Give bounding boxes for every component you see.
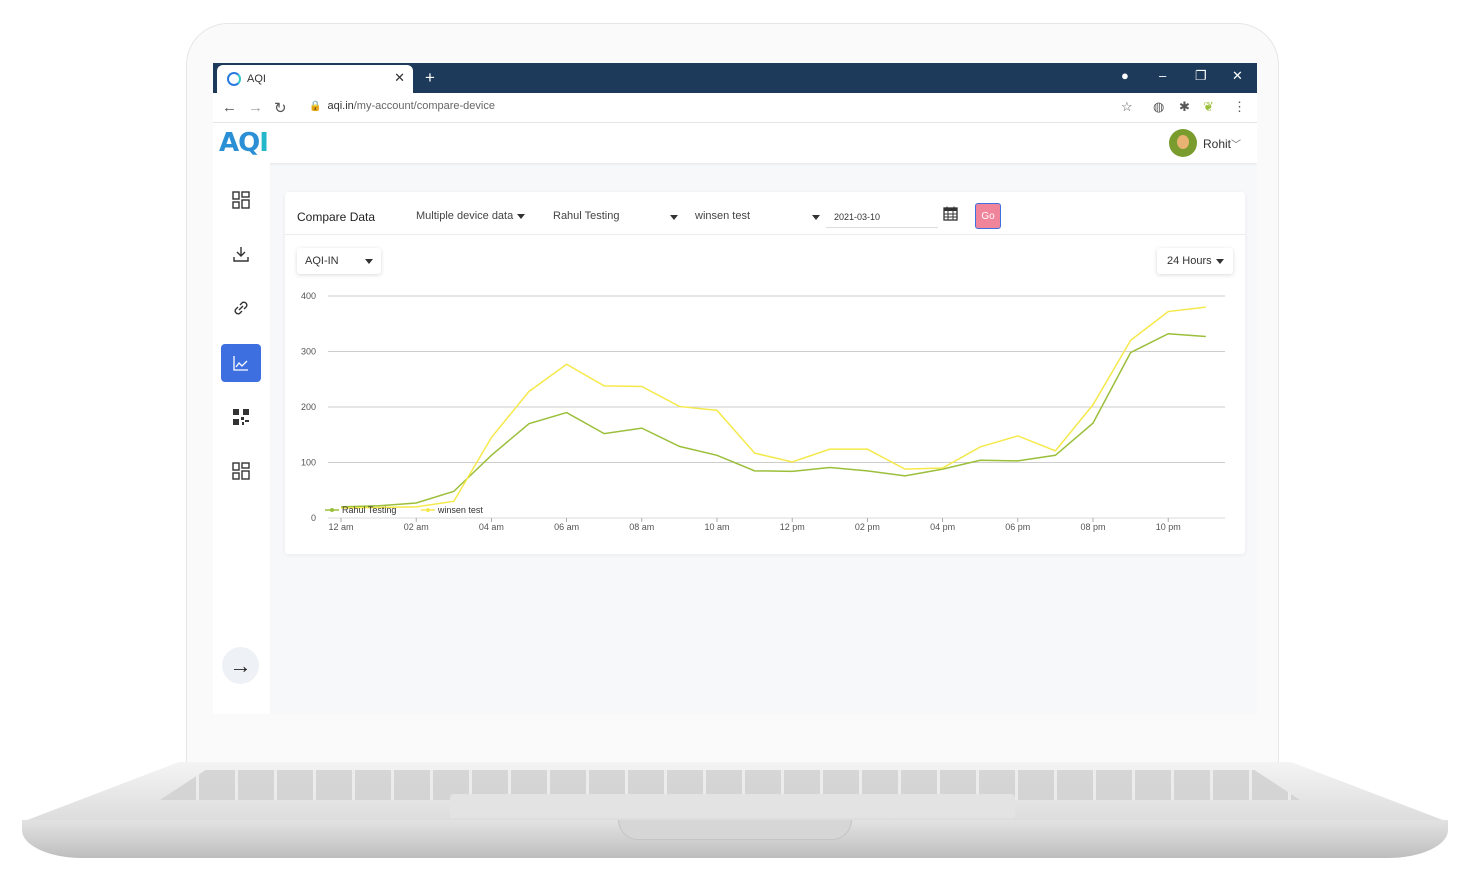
calendar-icon[interactable]	[943, 206, 958, 225]
x-tick-label: 08 pm	[1080, 522, 1105, 532]
x-tick-label: 02 am	[404, 522, 429, 532]
x-tick-label: 04 pm	[930, 522, 955, 532]
legend-label: Rahul Testing	[342, 505, 396, 515]
restore-icon[interactable]: ❐	[1195, 68, 1207, 84]
x-tick-label: 12 am	[328, 522, 353, 532]
x-tick-label: 10 pm	[1156, 522, 1181, 532]
qr-code-icon[interactable]	[221, 398, 261, 436]
aqi-favicon-icon	[227, 72, 241, 86]
laptop-notch	[618, 820, 852, 840]
y-tick-label: 0	[311, 513, 316, 523]
leaf-extension-icon[interactable]: ❦	[1203, 99, 1214, 115]
filter-bar: Compare Data Multiple device data Rahul …	[285, 192, 1245, 235]
user-name: Rohit	[1203, 137, 1232, 151]
caret-down-icon	[365, 259, 373, 264]
range-select[interactable]: 24 Hours	[1157, 248, 1233, 274]
caret-down-icon	[812, 215, 820, 220]
metric-select[interactable]: AQI-IN	[297, 248, 381, 274]
globe-extension-icon[interactable]: ◍	[1153, 99, 1164, 115]
grid-icon[interactable]	[221, 452, 261, 490]
caret-down-icon	[670, 215, 678, 220]
y-tick-label: 100	[301, 458, 316, 468]
new-tab-icon[interactable]: +	[425, 68, 435, 88]
date-field[interactable]: 2021-03-10	[826, 208, 938, 228]
link-icon[interactable]	[221, 289, 261, 327]
compare-card: Compare Data Multiple device data Rahul …	[285, 192, 1245, 554]
x-tick-label: 10 am	[704, 522, 729, 532]
mode-select[interactable]: Multiple device data	[416, 210, 526, 222]
compare-title: Compare Data	[297, 210, 376, 224]
y-tick-label: 300	[301, 347, 316, 357]
caret-down-icon	[517, 213, 526, 219]
app-area: AQI Rohit﹀ → Compare Data Multiple devic…	[213, 123, 1257, 714]
browser-tab[interactable]: AQI ✕	[217, 65, 413, 93]
device1-select[interactable]: Rahul Testing	[553, 210, 678, 222]
laptop-screen: AQI ✕ + ● – ❐ ✕ ← → ↻ 🔒 aqi.in/my-account…	[213, 63, 1257, 714]
x-tick-label: 08 am	[629, 522, 654, 532]
close-tab-icon[interactable]: ✕	[394, 70, 405, 86]
close-window-icon[interactable]: ✕	[1232, 68, 1243, 84]
url-path: /my-account/compare-device	[353, 100, 495, 112]
reload-icon[interactable]: ↻	[274, 99, 287, 117]
legend-marker	[425, 508, 430, 512]
tab-title: AQI	[247, 73, 266, 85]
download-icon[interactable]	[221, 235, 261, 273]
user-menu[interactable]: Rohit﹀	[1203, 136, 1241, 151]
laptop-touchpad	[450, 794, 1015, 818]
x-tick-label: 02 pm	[855, 522, 880, 532]
aqi-logo[interactable]: AQI	[219, 128, 269, 158]
chevron-down-icon: ﹀	[1231, 140, 1242, 151]
chart-icon[interactable]	[221, 344, 261, 382]
dashboard-icon[interactable]	[221, 181, 261, 219]
x-tick-label: 04 am	[479, 522, 504, 532]
browser-tab-bar: AQI ✕ + ● – ❐ ✕	[213, 63, 1257, 93]
series-line-2	[340, 306, 1206, 509]
y-tick-label: 400	[301, 291, 316, 301]
app-header: AQI Rohit﹀	[213, 123, 1257, 163]
bookmark-star-icon[interactable]: ☆	[1121, 99, 1133, 115]
address-bar: ← → ↻ 🔒 aqi.in/my-account/compare-device …	[213, 93, 1257, 123]
url-field[interactable]: 🔒 aqi.in/my-account/compare-device	[309, 100, 495, 112]
profile-dropdown-icon[interactable]: ●	[1121, 68, 1129, 83]
sidebar: →	[213, 163, 270, 714]
x-tick-label: 06 pm	[1005, 522, 1030, 532]
x-tick-label: 06 am	[554, 522, 579, 532]
legend-label: winsen test	[437, 505, 484, 515]
puzzle-extensions-icon[interactable]: ✱	[1179, 99, 1190, 115]
aqi-line-chart: 0 100 200 300 400 12 am 02 am 04 am 06 am 08 am 10…	[301, 291, 1225, 532]
forward-icon[interactable]: →	[248, 99, 263, 116]
caret-down-icon	[1215, 258, 1224, 264]
legend-marker	[330, 508, 334, 512]
device2-select[interactable]: winsen test	[695, 210, 820, 222]
x-tick-label: 12 pm	[780, 522, 805, 532]
avatar[interactable]	[1169, 129, 1197, 157]
lock-icon: 🔒	[309, 101, 322, 112]
back-icon[interactable]: ←	[222, 99, 237, 116]
expand-sidebar-button[interactable]: →	[222, 647, 259, 684]
series-line-1	[340, 332, 1206, 508]
arrow-right-icon: →	[229, 652, 252, 678]
y-tick-label: 200	[301, 402, 316, 412]
go-button[interactable]: Go	[975, 203, 1001, 229]
minimize-icon[interactable]: –	[1159, 68, 1166, 83]
browser-menu-icon[interactable]: ⋮	[1233, 99, 1246, 115]
url-host: aqi.in	[327, 100, 354, 112]
